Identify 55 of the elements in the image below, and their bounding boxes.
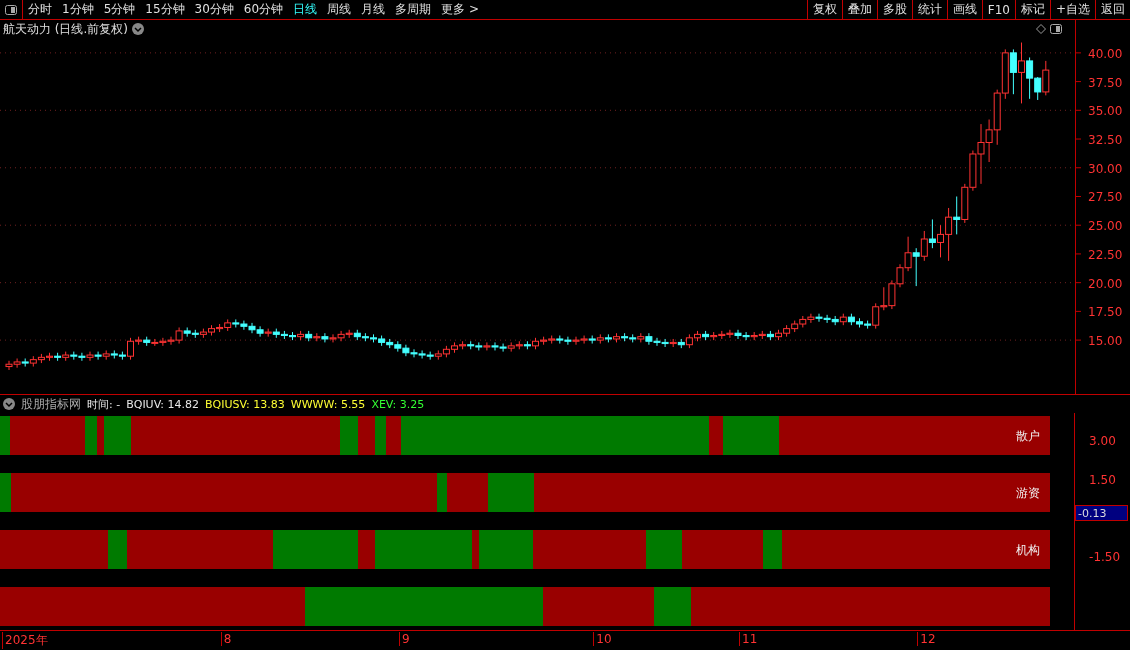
- indicator-axis-label: 3.00: [1089, 434, 1116, 448]
- indicator-axis-label: 1.50: [1089, 473, 1116, 487]
- price-axis-label: 15.00: [1088, 334, 1123, 349]
- period-tab[interactable]: 月线: [356, 0, 391, 19]
- indicator-time: 时间: -: [87, 396, 121, 412]
- toolbar-button[interactable]: F10: [981, 0, 1015, 19]
- toolbar-button[interactable]: 多股: [876, 0, 912, 19]
- indicator-value: WWWW: 5.55: [290, 397, 366, 411]
- toolbar-button[interactable]: 复权: [806, 0, 842, 19]
- indicator-value: BQIUSV: 13.83: [205, 397, 285, 411]
- price-axis-label: 32.50: [1088, 133, 1123, 148]
- period-tab[interactable]: 周线: [322, 0, 357, 19]
- time-axis-label: 12: [917, 632, 936, 646]
- toolbar-button[interactable]: 叠加: [841, 0, 877, 19]
- period-tab[interactable]: 1分钟: [57, 0, 99, 19]
- indicator-value: BQIUV: 14.82: [126, 397, 199, 411]
- toolbar-button[interactable]: 返回: [1095, 0, 1130, 19]
- band-label: 游资: [1016, 485, 1040, 502]
- time-axis-label: 9: [398, 632, 410, 646]
- toolbar-button[interactable]: 统计: [911, 0, 947, 19]
- period-tab[interactable]: 5分钟: [98, 0, 141, 19]
- time-axis-label: 10: [593, 632, 612, 646]
- indicator-name: 股朋指标网: [21, 395, 81, 413]
- price-axis-label: 20.00: [1088, 276, 1123, 291]
- current-value-label: -0.13: [1075, 505, 1129, 521]
- toolbar-button[interactable]: 画线: [946, 0, 982, 19]
- time-axis-label: 8: [220, 632, 232, 646]
- time-axis-label: 2025年: [2, 632, 48, 649]
- band-label: 机构: [1016, 542, 1040, 559]
- price-axis-label: 27.50: [1088, 190, 1123, 205]
- period-tab[interactable]: 15分钟: [140, 0, 190, 19]
- price-axis-label: 40.00: [1088, 46, 1123, 61]
- period-tab[interactable]: 分时: [23, 0, 57, 19]
- toolbar-button[interactable]: +自选: [1049, 0, 1095, 19]
- price-axis-label: 17.50: [1088, 305, 1123, 320]
- toolbar-button[interactable]: 标记: [1014, 0, 1050, 19]
- time-axis-label: 11: [739, 632, 758, 646]
- dropdown-icon[interactable]: [132, 23, 144, 35]
- indicator-value: XEV: 3.25: [371, 397, 425, 411]
- period-tab[interactable]: 60分钟: [238, 0, 289, 19]
- price-axis-label: 22.50: [1088, 247, 1123, 262]
- chart-title: 航天动力 (日线.前复权): [3, 20, 128, 38]
- band-label: 散户: [1016, 428, 1040, 445]
- panel-toggle-icon[interactable]: [1050, 24, 1062, 34]
- period-tab[interactable]: 更多 >: [436, 0, 484, 19]
- dropdown-icon[interactable]: [3, 398, 15, 410]
- price-axis-label: 35.00: [1088, 104, 1123, 119]
- panel-toggle-icon[interactable]: [5, 4, 17, 15]
- period-tab[interactable]: 多周期: [390, 0, 437, 19]
- price-axis-label: 30.00: [1088, 161, 1123, 176]
- price-axis-label: 37.50: [1088, 75, 1123, 90]
- price-axis-label: 25.00: [1088, 219, 1123, 234]
- period-tab[interactable]: 日线: [288, 0, 323, 19]
- period-tab[interactable]: 30分钟: [189, 0, 239, 19]
- indicator-axis-label: -1.50: [1089, 550, 1121, 564]
